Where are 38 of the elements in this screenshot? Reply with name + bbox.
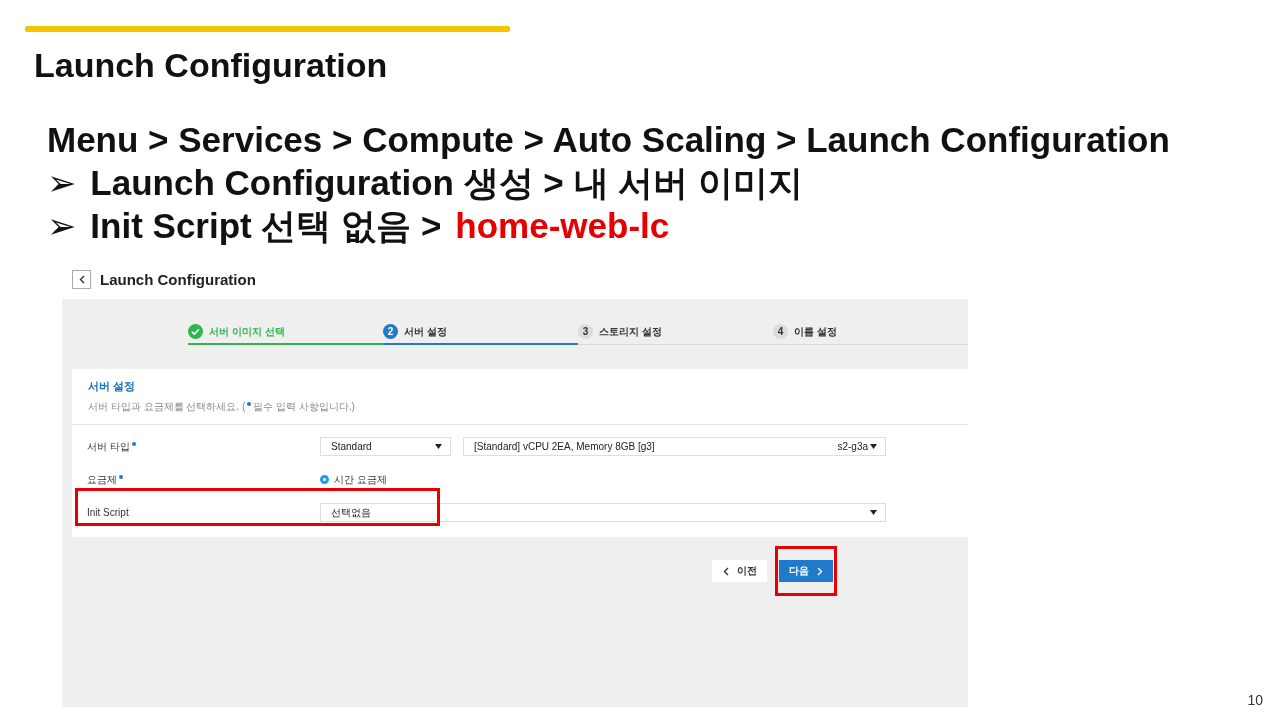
highlighted-text: home-web-lc	[455, 207, 670, 244]
step-label: 서버 설정	[404, 324, 447, 339]
required-dot-icon	[247, 402, 252, 406]
select-field[interactable]: [Standard] vCPU 2EA, Memory 8GB [g3] s2-g3a	[463, 437, 886, 456]
select-field[interactable]: Standard	[320, 437, 451, 456]
select-field[interactable]: 선택없음	[320, 503, 886, 522]
instruction-text: Init Script 선택 없음 >	[90, 207, 442, 244]
chevron-left-icon	[722, 566, 729, 576]
step-label: 스토리지 설정	[599, 324, 662, 339]
chevron-right-icon	[817, 566, 823, 576]
step-label: 서버 이미지 선택	[209, 324, 285, 339]
instruction-text: Launch Configuration 생성 > 내 서버 이미지	[90, 164, 803, 201]
bullet: ➢	[47, 164, 77, 201]
radio-button[interactable]	[320, 475, 329, 484]
step-number: 2	[383, 324, 398, 339]
next-button[interactable]: 다음	[779, 560, 833, 582]
step-number: 4	[773, 324, 788, 339]
chevron-left-icon	[78, 275, 85, 284]
field-label: Init Script	[87, 507, 129, 518]
bullet: ➢	[47, 207, 77, 244]
caret-icon	[870, 444, 877, 449]
previous-button[interactable]: 이전	[712, 560, 767, 582]
slide-title: Launch Configuration	[34, 46, 389, 85]
instruction-text: Menu > Services > Compute > Auto Scaling > Launch Configuration	[47, 121, 1170, 158]
section-title: 서버 설정	[88, 379, 137, 394]
section-description: 서버 타입과 요금제를 선택하세요. (	[88, 400, 246, 414]
step-label: 이름 설정	[794, 324, 837, 339]
radio-label: 시간 요금제	[334, 472, 387, 487]
page-number: 10	[1247, 692, 1263, 708]
check-icon	[188, 324, 203, 339]
step-number: 3	[578, 324, 593, 339]
back-button[interactable]	[72, 270, 91, 289]
field-label: 요금제	[87, 472, 117, 487]
field-label: 서버 타입	[87, 439, 130, 454]
caret-icon	[435, 444, 442, 449]
page-title: Launch Configuration	[100, 271, 256, 288]
section-description: 필수 입력 사항입니다.)	[253, 400, 355, 414]
caret-icon	[870, 510, 877, 515]
